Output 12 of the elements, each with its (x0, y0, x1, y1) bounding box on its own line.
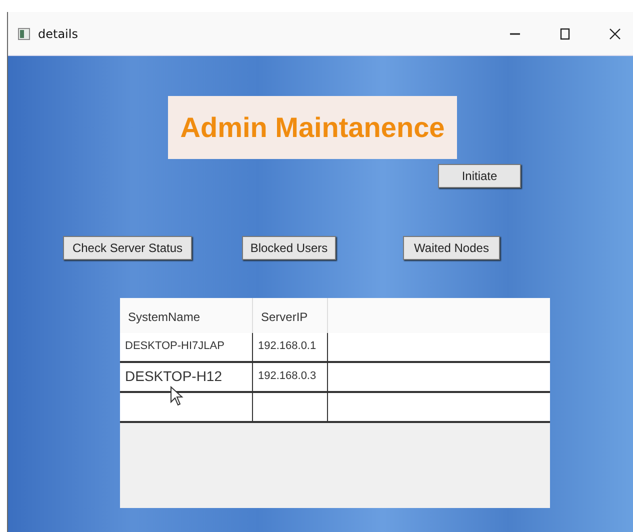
action-button[interactable]: Check Server Status (63, 236, 192, 260)
table-cell: 192.168.0.3 (253, 363, 328, 391)
window-title: details (38, 26, 78, 40)
heading-label: Admin Maintanence (168, 96, 457, 159)
initiate-button[interactable]: Initiate (438, 164, 521, 188)
maximize-icon[interactable] (559, 28, 571, 40)
close-icon[interactable] (609, 28, 621, 40)
window-icon (18, 28, 30, 40)
table-cell: DESKTOP-HI7JLAP (120, 333, 253, 361)
action-button[interactable]: Waited Nodes (403, 236, 500, 260)
table-cell: 192.168.0.1 (253, 333, 328, 361)
action-button[interactable]: Blocked Users (242, 236, 336, 260)
